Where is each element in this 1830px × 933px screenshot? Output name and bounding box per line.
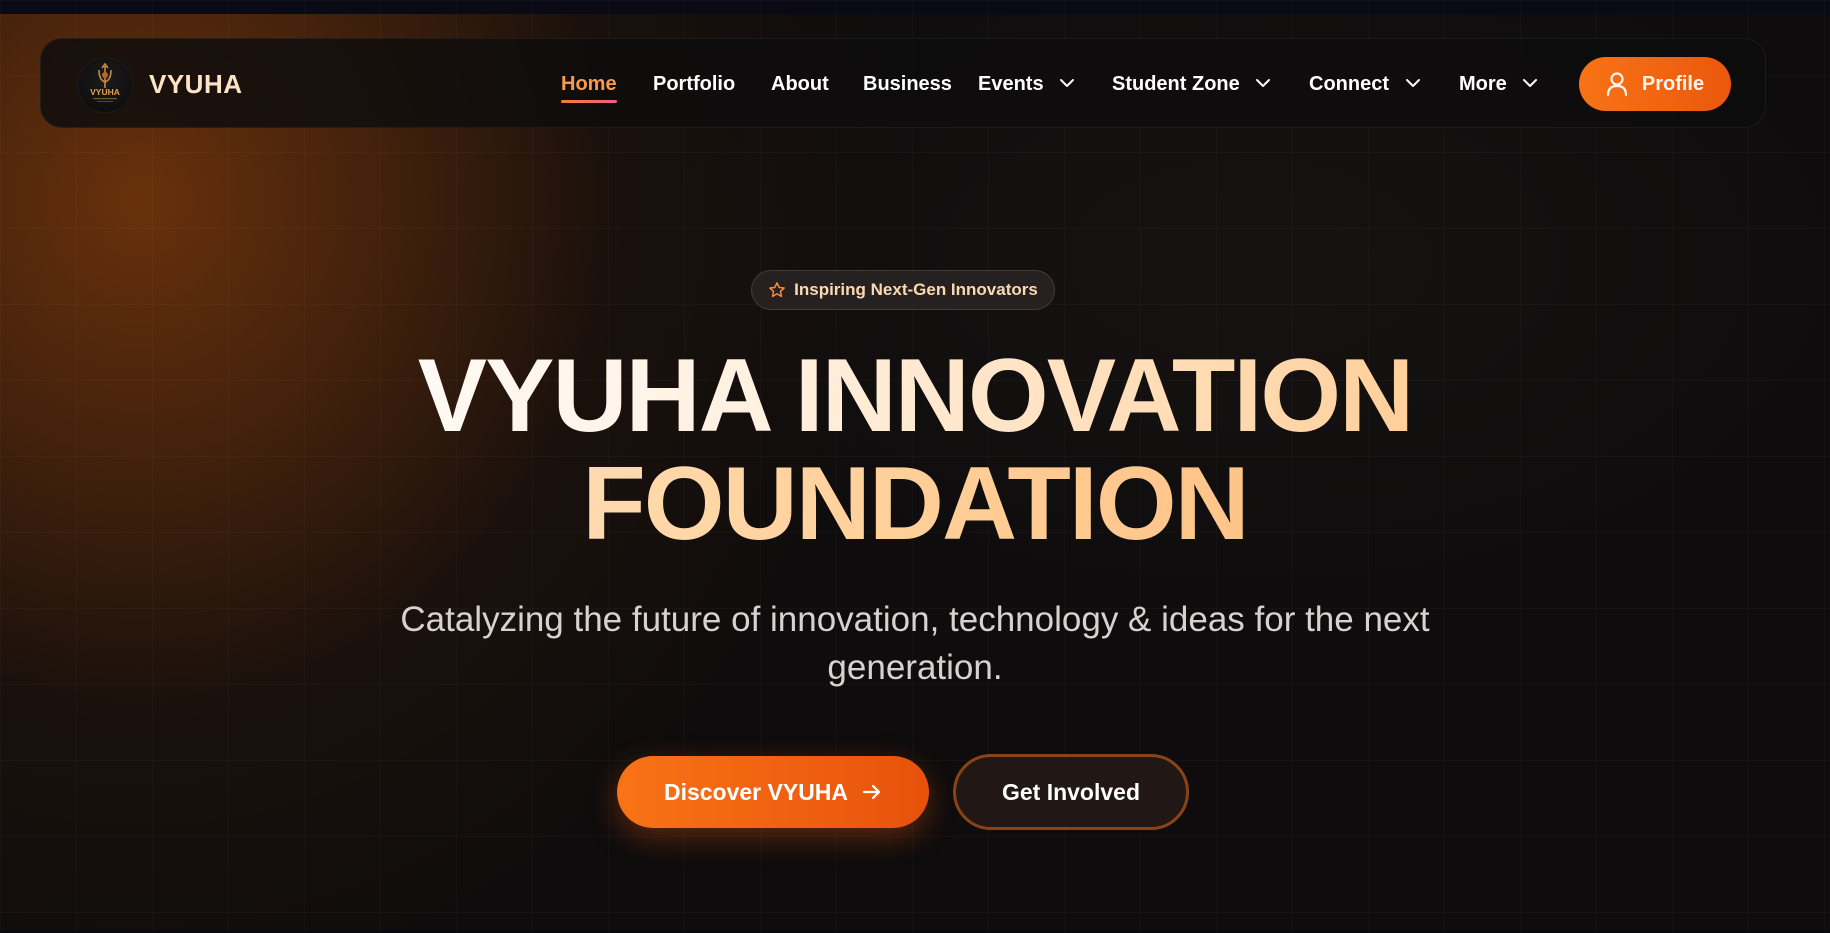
hero-title: VYUHA INNOVATION FOUNDATION <box>215 342 1615 558</box>
chevron-down-icon <box>1060 79 1075 88</box>
active-underline <box>561 100 617 103</box>
nav-item-label: About <box>771 73 829 95</box>
chevron-down-icon <box>1256 79 1271 88</box>
nav-item-more[interactable]: More <box>1459 69 1538 99</box>
chevron-down-icon <box>1405 79 1420 88</box>
star-icon <box>768 281 786 299</box>
nav-item-student-zone[interactable]: Student Zone <box>1112 69 1271 99</box>
hero-title-line-2: FOUNDATION <box>215 450 1615 558</box>
arrow-right-icon <box>862 783 882 801</box>
landing-page: VYUHA VYUHA Home Portfolio About Busines… <box>0 0 1830 933</box>
user-icon <box>1606 71 1628 97</box>
nav-item-label: Portfolio <box>653 73 736 95</box>
nav-item-label: More <box>1459 73 1507 95</box>
nav-item-connect[interactable]: Connect <box>1309 69 1421 99</box>
get-involved-label: Get Involved <box>1001 778 1141 805</box>
hero-subtitle: Catalyzing the future of innovation, tec… <box>400 600 1430 687</box>
discover-button-label: Discover VYUHA <box>663 778 849 805</box>
nav-item-label: Business <box>863 73 952 95</box>
nav-item-label: Connect <box>1309 73 1389 95</box>
nav-menu: Home Portfolio About Business Events Stu… <box>41 39 1765 129</box>
top-navbar: VYUHA VYUHA Home Portfolio About Busines… <box>40 38 1766 128</box>
nav-item-label: Student Zone <box>1112 73 1240 95</box>
chevron-down-icon <box>1523 79 1538 88</box>
nav-item-label: Events <box>978 73 1044 95</box>
nav-item-events[interactable]: Events <box>978 69 1075 99</box>
hero-title-line-1: VYUHA INNOVATION <box>215 342 1615 450</box>
profile-button[interactable]: Profile <box>1579 57 1731 111</box>
nav-item-portfolio[interactable]: Portfolio <box>653 69 735 99</box>
nav-item-label: Home <box>561 73 617 95</box>
profile-button-label: Profile <box>1641 72 1705 95</box>
nav-item-home[interactable]: Home <box>561 69 617 103</box>
hero-badge-text: Inspiring Next-Gen Innovators <box>794 280 1038 299</box>
nav-item-about[interactable]: About <box>771 69 829 99</box>
discover-vyuha-button[interactable]: Discover VYUHA <box>617 756 929 828</box>
hero-badge: Inspiring Next-Gen Innovators <box>751 270 1055 310</box>
browser-top-strip <box>0 0 1830 14</box>
nav-item-business[interactable]: Business <box>863 69 952 99</box>
get-involved-button[interactable]: Get Involved <box>953 754 1189 830</box>
